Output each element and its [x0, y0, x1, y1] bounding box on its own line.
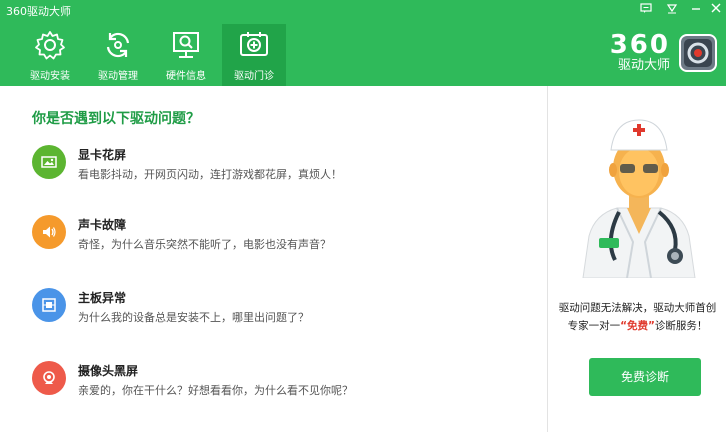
free-highlight: “免费” — [620, 320, 655, 332]
tab-driver-clinic[interactable]: 驱动门诊 — [222, 24, 286, 86]
logo-icon — [679, 34, 717, 72]
brand-name: 驱动大师 — [617, 58, 670, 73]
problem-title: 声卡故障 — [78, 218, 127, 232]
brand: 360 驱动大师 — [610, 30, 718, 76]
tab-driver-manage[interactable]: 驱动管理 — [86, 24, 150, 86]
tab-hardware-info[interactable]: 硬件信息 — [154, 24, 218, 86]
problem-item-graphics[interactable]: 显卡花屏 看电影抖动，开网页闪动，连打游戏都花屏，真烦人！ — [32, 144, 512, 184]
gear-icon — [35, 31, 65, 60]
window-title: 360驱动大师 — [6, 5, 71, 18]
clinic-icon — [240, 32, 268, 56]
problem-title: 显卡花屏 — [78, 148, 127, 162]
header: 360驱动大师 驱动安装 驱动管理 硬件信息 驱动门诊 360 驱动大师 — [0, 0, 726, 86]
main-tabs: 驱动安装 驱动管理 硬件信息 驱动门诊 — [18, 24, 290, 86]
expert-line-2: 专家一对一“免费”诊断服务！ — [549, 318, 726, 333]
app-window: 360驱动大师 驱动安装 驱动管理 硬件信息 驱动门诊 360 驱动大师 你是否… — [0, 0, 726, 432]
problem-desc: 为什么我的设备总是安装不上，哪里出问题了？ — [78, 311, 309, 324]
brand-number: 360 — [609, 30, 670, 60]
problem-title: 主板异常 — [78, 291, 127, 305]
minimize-icon[interactable] — [690, 2, 702, 14]
tab-label: 驱动门诊 — [234, 71, 274, 82]
close-icon[interactable] — [710, 2, 722, 14]
expert-line-1: 驱动问题无法解决，驱动大师首创 — [558, 302, 717, 314]
tab-driver-install[interactable]: 驱动安装 — [18, 24, 82, 86]
board-icon — [32, 288, 66, 322]
doctor-illustration — [582, 119, 696, 278]
speaker-icon — [32, 215, 66, 249]
problem-desc: 亲爱的，你在干什么？好想看看你，为什么看不见你呢？ — [78, 384, 353, 397]
feedback-icon[interactable] — [640, 2, 652, 14]
refresh-icon — [106, 32, 130, 58]
expert-line-2-prefix: 专家一对一 — [567, 320, 621, 332]
menu-icon[interactable] — [666, 2, 678, 14]
free-consult-button[interactable]: 免费诊断 — [589, 358, 701, 396]
expert-panel: 驱动问题无法解决，驱动大师首创 专家一对一“免费”诊断服务！ 免费诊断 — [549, 86, 726, 432]
problem-panel: 你是否遇到以下驱动问题？ 显卡花屏 看电影抖动，开网页闪动，连打游戏都花屏，真烦… — [0, 86, 548, 432]
problem-item-motherboard[interactable]: 主板异常 为什么我的设备总是安装不上，哪里出问题了？ — [32, 287, 512, 327]
problem-desc: 看电影抖动，开网页闪动，连打游戏都花屏，真烦人！ — [78, 168, 342, 181]
question-title: 你是否遇到以下驱动问题？ — [32, 111, 200, 127]
problem-desc: 奇怪，为什么音乐突然不能听了，电影也没有声音？ — [78, 238, 331, 251]
camera-icon — [32, 361, 66, 395]
problem-item-camera[interactable]: 摄像头黑屏 亲爱的，你在干什么？好想看看你，为什么看不见你呢？ — [32, 360, 512, 400]
expert-line-2-suffix: 诊断服务！ — [654, 320, 708, 332]
image-icon — [32, 145, 66, 179]
monitor-search-icon — [173, 32, 199, 58]
tab-label: 驱动管理 — [98, 71, 138, 82]
tab-label: 硬件信息 — [166, 71, 206, 82]
tab-label: 驱动安装 — [30, 71, 70, 82]
problem-item-sound[interactable]: 声卡故障 奇怪，为什么音乐突然不能听了，电影也没有声音？ — [32, 214, 512, 254]
problem-title: 摄像头黑屏 — [78, 364, 139, 378]
